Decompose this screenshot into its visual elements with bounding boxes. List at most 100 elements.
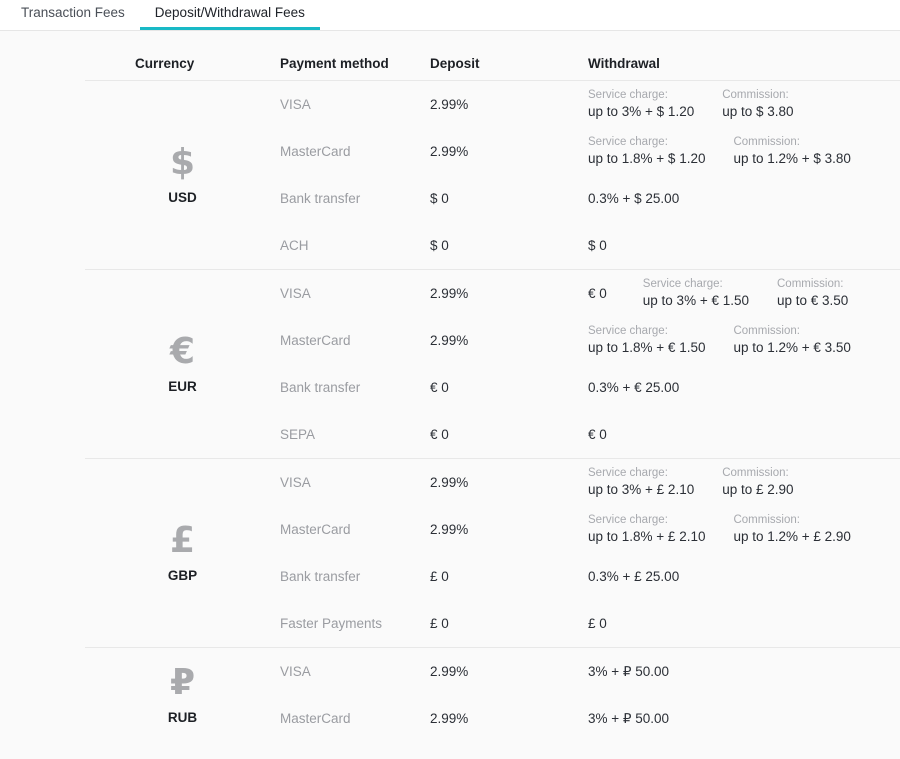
fees-table: Currency Payment method Deposit Withdraw…: [0, 31, 900, 742]
withdrawal-fee-cell: 0.3% + £ 25.00: [588, 568, 900, 585]
column-header-currency: Currency: [135, 56, 195, 71]
deposit-fee-cell: 2.99%: [430, 286, 469, 301]
commission-value: up to 1.2% + $ 3.80: [733, 151, 851, 166]
withdrawal-fee-cell: £ 0: [588, 615, 900, 632]
service-charge-value: up to 1.8% + $ 1.20: [588, 151, 706, 166]
withdrawal-fee-value: 3% + ₽ 50.00: [588, 664, 670, 679]
currency-cell: $ USD: [85, 81, 280, 269]
withdrawal-fee-value: $ 0: [588, 238, 607, 253]
withdrawal-fee-cell: Service charge: up to 1.8% + € 1.50 Commis…: [588, 324, 900, 357]
currency-symbol-icon: €: [169, 331, 196, 372]
table-row: Faster Payments £ 0 £ 0: [280, 600, 900, 647]
service-charge-value: up to 3% + $ 1.20: [588, 104, 695, 119]
withdrawal-fee-value: € 0: [588, 427, 607, 442]
table-row: ACH $ 0 $ 0: [280, 222, 900, 269]
fee-rows: VISA 2.99% Service charge: up to 3% + $ 1.2…: [280, 81, 900, 269]
currency-group: € EUR VISA 2.99% € 0 Service charge: up to 3% …: [85, 270, 900, 459]
table-row: VISA 2.99% Service charge: up to 3% + £ 2.1…: [280, 459, 900, 506]
currency-group: £ GBP VISA 2.99% Service charge: up to 3% + £…: [85, 459, 900, 648]
commission-value: up to $ 3.80: [722, 104, 794, 119]
currency-cell: ₽ RUB: [85, 648, 280, 742]
currency-cell: € EUR: [85, 270, 280, 458]
commission-label: Commission:: [733, 136, 800, 148]
commission-block: Commission: up to € 3.50: [777, 277, 848, 310]
currency-groups: $ USD VISA 2.99% Service charge: up to 3% + $…: [85, 81, 900, 742]
service-charge-label: Service charge:: [588, 89, 668, 101]
column-header-withdrawal: Withdrawal: [588, 56, 660, 71]
currency-cell: £ GBP: [85, 459, 280, 647]
payment-method-cell: Bank transfer: [280, 569, 361, 584]
deposit-fee-cell: 2.99%: [430, 333, 469, 348]
commission-value: up to £ 2.90: [722, 482, 794, 497]
payment-method-cell: SEPA: [280, 427, 316, 442]
commission-label: Commission:: [722, 89, 789, 101]
deposit-fee-cell: 2.99%: [430, 711, 469, 726]
service-charge-value: up to 1.8% + £ 2.10: [588, 529, 706, 544]
commission-label: Commission:: [733, 514, 800, 526]
currency-symbol-icon: £: [169, 520, 196, 561]
withdrawal-fee-cell: 0.3% + € 25.00: [588, 379, 900, 396]
currency-group: $ USD VISA 2.99% Service charge: up to 3% + $…: [85, 81, 900, 270]
table-header-row: Currency Payment method Deposit Withdraw…: [85, 31, 900, 81]
table-row: MasterCard 2.99% Service charge: up to 1.8%…: [280, 317, 900, 364]
fee-rows: VISA 2.99% 3% + ₽ 50.00 MasterCard 2.99% 3% +…: [280, 648, 900, 742]
payment-method-cell: MasterCard: [280, 711, 351, 726]
commission-block: Commission: up to 1.2% + £ 2.90: [733, 513, 850, 546]
deposit-fee-cell: 2.99%: [430, 144, 469, 159]
deposit-fee-cell: € 0: [430, 380, 449, 395]
deposit-fee-cell: 2.99%: [430, 97, 469, 112]
service-charge-label: Service charge:: [588, 136, 668, 148]
withdrawal-fee-cell: $ 0: [588, 237, 900, 254]
payment-method-cell: MasterCard: [280, 522, 351, 537]
service-charge-value: up to 3% + € 1.50: [642, 293, 749, 308]
currency-group: ₽ RUB VISA 2.99% 3% + ₽ 50.00 MasterCard 2.99%…: [85, 648, 900, 742]
table-row: Bank transfer $ 0 0.3% + $ 25.00: [280, 175, 900, 222]
tab-transaction-fees[interactable]: Transaction Fees: [6, 0, 140, 30]
service-charge-block: Service charge: up to 3% + € 1.50: [643, 277, 749, 310]
deposit-fee-cell: £ 0: [430, 616, 449, 631]
withdrawal-fee-value: £ 0: [588, 616, 607, 631]
tab-bar: Transaction Fees Deposit/Withdrawal Fees: [0, 0, 900, 31]
deposit-fee-cell: 2.99%: [430, 522, 469, 537]
withdrawal-fee-cell: Service charge: up to 3% + $ 1.20 Commissi…: [588, 88, 900, 121]
payment-method-cell: MasterCard: [280, 333, 351, 348]
table-row: MasterCard 2.99% 3% + ₽ 50.00: [280, 695, 900, 742]
withdrawal-fee-value: 0.3% + € 25.00: [588, 380, 680, 395]
currency-code: GBP: [167, 568, 198, 583]
commission-value: up to 1.2% + £ 2.90: [733, 529, 851, 544]
payment-method-cell: MasterCard: [280, 144, 351, 159]
withdrawal-fee-cell: 3% + ₽ 50.00: [588, 710, 900, 727]
deposit-fee-cell: $ 0: [430, 238, 449, 253]
commission-block: Commission: up to $ 3.80: [722, 88, 793, 121]
table-row: VISA 2.99% Service charge: up to 3% + $ 1.2…: [280, 81, 900, 128]
currency-symbol-icon: $: [169, 142, 196, 183]
service-charge-label: Service charge:: [642, 278, 723, 290]
withdrawal-fee-cell: € 0: [588, 426, 900, 443]
withdrawal-fee-cell: € 0 Service charge: up to 3% + € 1.50 Commi…: [588, 277, 900, 310]
fee-rows: VISA 2.99% Service charge: up to 3% + £ 2.1…: [280, 459, 900, 647]
column-header-payment-method: Payment method: [280, 56, 389, 71]
payment-method-cell: VISA: [280, 97, 311, 112]
table-row: SEPA € 0 € 0: [280, 411, 900, 458]
service-charge-value: up to 1.8% + € 1.50: [588, 340, 706, 355]
withdrawal-fee-cell: Service charge: up to 1.8% + $ 1.20 Commis…: [588, 135, 900, 168]
table-row: VISA 2.99% 3% + ₽ 50.00: [280, 648, 900, 695]
currency-code: EUR: [168, 379, 197, 394]
commission-block: Commission: up to £ 2.90: [722, 466, 793, 499]
withdrawal-fee-cell: Service charge: up to 3% + £ 2.10 Commissi…: [588, 466, 900, 499]
service-charge-block: Service charge: up to 1.8% + £ 2.10: [588, 513, 705, 546]
service-charge-label: Service charge:: [588, 325, 668, 337]
table-row: Bank transfer £ 0 0.3% + £ 25.00: [280, 553, 900, 600]
deposit-fee-cell: 2.99%: [430, 664, 469, 679]
deposit-fee-cell: $ 0: [430, 191, 449, 206]
payment-method-cell: Bank transfer: [280, 191, 361, 206]
tab-deposit-withdrawal-fees[interactable]: Deposit/Withdrawal Fees: [139, 0, 320, 30]
payment-method-cell: VISA: [280, 475, 311, 490]
commission-label: Commission:: [722, 467, 789, 479]
payment-method-cell: ACH: [280, 238, 309, 253]
table-row: MasterCard 2.99% Service charge: up to 1.8%…: [280, 506, 900, 553]
service-charge-block: Service charge: up to 1.8% + € 1.50: [588, 324, 705, 357]
currency-code: USD: [168, 190, 197, 205]
service-charge-block: Service charge: up to 3% + $ 1.20: [588, 88, 694, 121]
withdrawal-fee-cell: 0.3% + $ 25.00: [588, 190, 900, 207]
